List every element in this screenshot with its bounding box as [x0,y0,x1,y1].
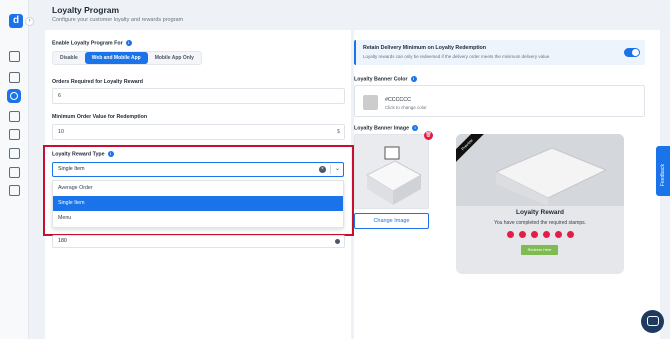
page-title: Loyalty Program [52,5,120,15]
stamp-row [456,231,624,238]
loyalty-icon[interactable] [7,89,21,103]
banner-image-label: Loyalty Banner Image i [354,125,419,131]
feedback-label: Feedback [660,164,666,186]
min-order-input[interactable]: 10 $ [52,124,345,140]
storefront-icon[interactable] [9,72,20,83]
orders-required-input[interactable]: 6 [52,88,345,104]
reward-type-label: Loyalty Reward Type i [52,151,114,157]
color-hint: Click to change color [385,105,427,110]
points-input[interactable]: 180 [52,235,345,248]
loyalty-preview-card: Preview Loyalty Reward You have complete… [456,134,624,274]
enable-segmented-control: Disable Web and Mobile App Mobile App On… [52,51,202,65]
orders-icon[interactable] [9,111,20,122]
retain-delivery-minimum-panel: Retain Delivery Minimum on Loyalty Redem… [354,40,645,65]
reward-type-value: Single Item [58,166,85,172]
preview-subtitle: You have completed the required stamps. [493,220,587,226]
trash-icon[interactable]: 🗑 [424,131,433,140]
stamp-icon [566,231,574,238]
option-single-item[interactable]: Single Item [53,196,343,211]
option-menu[interactable]: Menu [53,211,343,226]
settings-icon[interactable] [9,185,20,196]
stepper-icon[interactable] [335,239,340,244]
enable-option-web-and-mobile[interactable]: Web and Mobile App [84,52,148,64]
info-icon[interactable]: i [410,76,417,82]
chat-icon[interactable] [641,310,664,333]
sidebar: d › [0,0,34,339]
preview-title: Loyalty Reward [515,209,565,216]
reward-type-select[interactable]: Single Item × ⌄ [52,162,344,177]
chevron-down-icon[interactable]: ⌄ [335,163,340,176]
reward-type-dropdown: Average Order Single Item Menu [52,180,344,228]
preview-banner-image [456,134,624,206]
info-icon[interactable]: i [107,151,114,157]
stamp-icon [542,231,550,238]
building-icon[interactable] [9,51,20,62]
color-hex: #CCCCCC [385,97,411,103]
info-icon[interactable]: i [412,125,419,131]
stamp-icon [506,231,514,238]
retain-title: Retain Delivery Minimum on Loyalty Redem… [363,45,487,51]
stamp-icon [518,231,526,238]
retain-toggle[interactable] [624,48,640,57]
min-order-label: Minimum Order Value for Redemption [52,114,148,120]
redeem-button[interactable]: Redeem Here [521,245,558,255]
page-subtitle: Configure your customer loyalty and rewa… [52,17,184,23]
product-box-image [456,134,624,206]
retain-description: Loyalty rewards can only be redeemed if … [363,54,551,59]
reports-icon[interactable] [9,148,20,159]
enable-label: Enable Loyalty Program For i [52,40,132,46]
stamp-icon [554,231,562,238]
banner-image-thumbnail [354,134,429,209]
points-value: 180 [58,238,67,244]
min-order-value: 10 [58,129,64,135]
select-divider [330,165,331,174]
stamp-icon [530,231,538,238]
enable-option-mobile-only[interactable]: Mobile App Only [148,52,201,64]
info-icon[interactable]: i [125,40,132,46]
app-logo[interactable]: d [9,14,23,28]
currency-suffix: $ [337,129,340,135]
color-swatch[interactable] [363,95,378,110]
integrations-icon[interactable] [9,167,20,178]
change-image-button[interactable]: Change Image [354,213,429,229]
feedback-tab[interactable]: Feedback [656,146,670,196]
orders-required-label: Orders Required for Loyalty Reward [52,79,143,85]
clear-icon[interactable]: × [319,166,326,173]
orders-required-value: 6 [58,93,61,99]
media-icon[interactable] [9,129,20,140]
enable-option-disable[interactable]: Disable [53,52,85,64]
banner-color-picker[interactable]: #CCCCCC Click to change color [354,85,645,117]
banner-color-label: Loyalty Banner Color i [354,76,417,82]
product-box-image [355,135,428,208]
option-average-order[interactable]: Average Order [53,181,343,196]
